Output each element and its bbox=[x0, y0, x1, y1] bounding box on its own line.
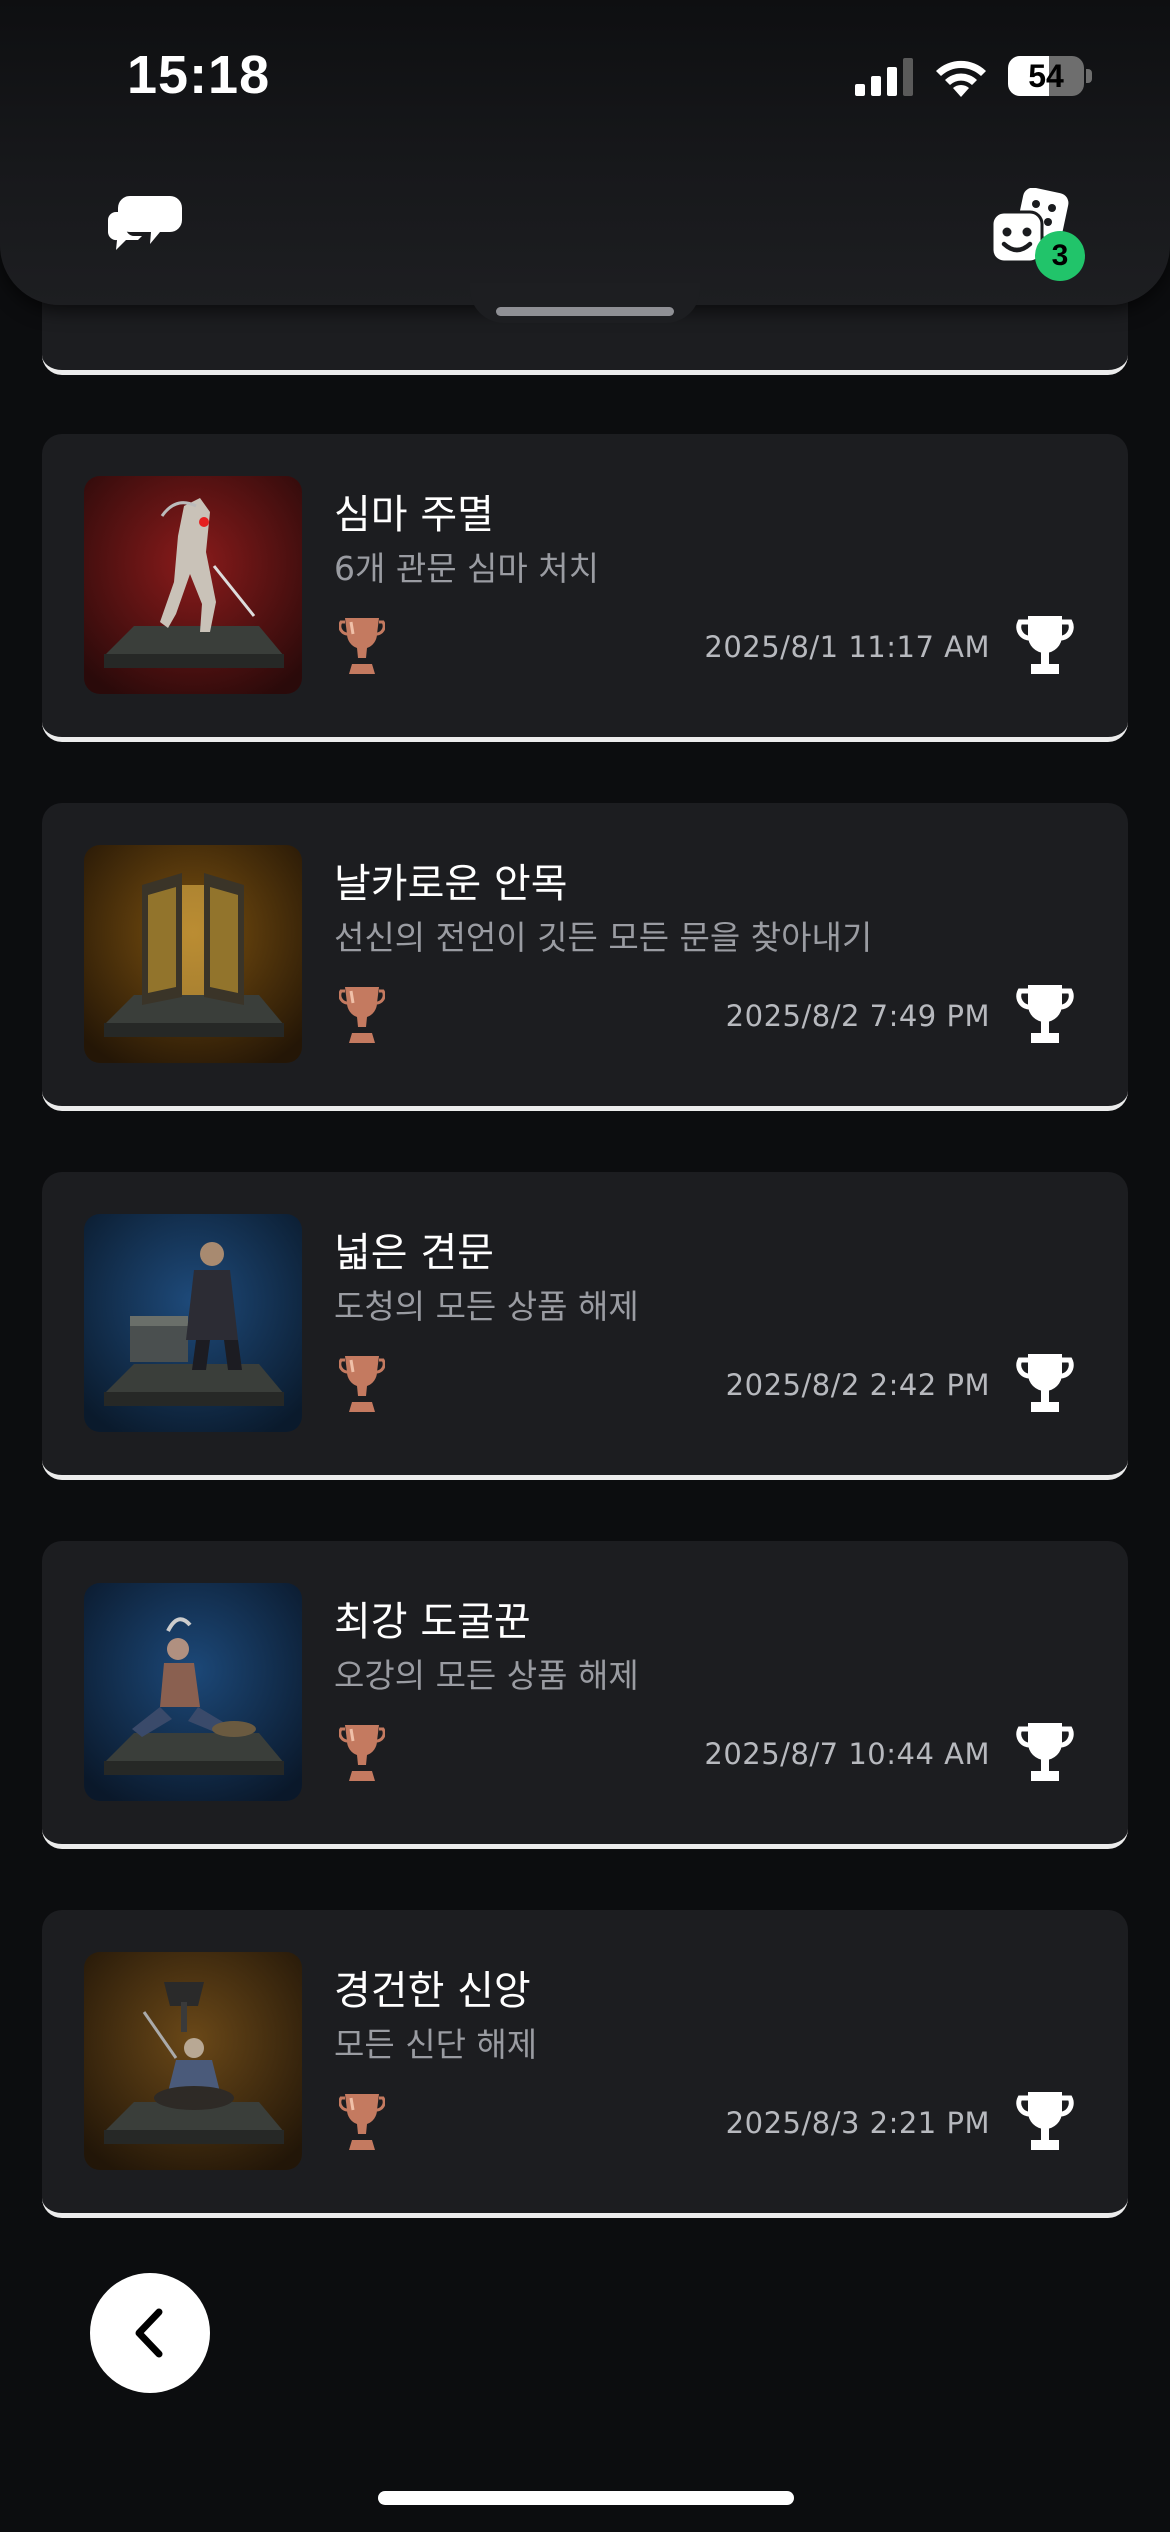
trophy-icon bbox=[1016, 1723, 1074, 1781]
bronze-cup-icon bbox=[339, 618, 385, 674]
back-button[interactable] bbox=[90, 2273, 210, 2393]
trophy-icon bbox=[1016, 2092, 1074, 2150]
achievement-title: 최강 도굴꾼 bbox=[334, 1599, 531, 1645]
battery-level: 54 bbox=[1028, 58, 1064, 94]
chevron-left-icon bbox=[135, 2308, 163, 2358]
chat-bubbles-icon bbox=[107, 196, 182, 250]
achievement-thumbnail bbox=[84, 1952, 302, 2170]
achievement-description: 선신의 전언이 깃든 모든 문을 찾아내기 bbox=[334, 918, 873, 957]
bronze-cup-icon bbox=[339, 987, 385, 1043]
achievement-date: 2025/8/7 10:44 AM bbox=[704, 1737, 990, 1771]
achievement-date: 2025/8/1 11:17 AM bbox=[704, 630, 990, 664]
chat-button[interactable] bbox=[107, 190, 182, 252]
status-bar: 15:18 54 bbox=[0, 0, 1170, 150]
bronze-cup-icon bbox=[339, 2094, 385, 2150]
notification-badge: 3 bbox=[1035, 231, 1085, 281]
achievement-description: 모든 신단 해제 bbox=[334, 2025, 538, 2064]
achievement-description: 오강의 모든 상품 해제 bbox=[334, 1656, 639, 1695]
sheet-grabber[interactable] bbox=[496, 307, 674, 316]
achievement-thumbnail bbox=[84, 1214, 302, 1432]
status-time: 15:18 bbox=[127, 45, 271, 105]
wifi-icon bbox=[936, 60, 986, 97]
bronze-cup-icon bbox=[339, 1725, 385, 1781]
cellular-signal-icon bbox=[855, 58, 913, 96]
battery-icon: 54 bbox=[1008, 56, 1092, 96]
achievement-title: 넓은 견문 bbox=[334, 1230, 494, 1276]
achievement-title: 경건한 신앙 bbox=[334, 1968, 531, 2014]
achievement-title: 날카로운 안목 bbox=[334, 861, 568, 907]
home-indicator bbox=[378, 2491, 794, 2505]
trophy-icon bbox=[1016, 616, 1074, 674]
achievement-card[interactable]: 최강 도굴꾼 오강의 모든 상품 해제 2025/8/7 10:44 AM bbox=[42, 1541, 1128, 1849]
achievement-date: 2025/8/3 2:21 PM bbox=[725, 2106, 990, 2140]
achievement-card[interactable]: 심마 주멸 6개 관문 심마 처치 2025/8/1 11:17 AM bbox=[42, 434, 1128, 742]
achievement-card[interactable]: 넓은 견문 도청의 모든 상품 해제 2025/8/2 2:42 PM bbox=[42, 1172, 1128, 1480]
grabber-notch bbox=[470, 283, 700, 323]
achievement-date: 2025/8/2 7:49 PM bbox=[725, 999, 990, 1033]
achievement-card[interactable]: 날카로운 안목 선신의 전언이 깃든 모든 문을 찾아내기 2025/8/2 7… bbox=[42, 803, 1128, 1111]
achievement-description: 도청의 모든 상품 해제 bbox=[334, 1287, 639, 1326]
bronze-cup-icon bbox=[339, 1356, 385, 1412]
trophy-icon bbox=[1016, 1354, 1074, 1412]
achievement-date: 2025/8/2 2:42 PM bbox=[725, 1368, 990, 1402]
achievement-thumbnail bbox=[84, 476, 302, 694]
achievement-description: 6개 관문 심마 처치 bbox=[334, 549, 599, 588]
achievement-card[interactable]: 경건한 신앙 모든 신단 해제 2025/8/3 2:21 PM bbox=[42, 1910, 1128, 2218]
achievement-thumbnail bbox=[84, 845, 302, 1063]
trophy-icon bbox=[1016, 985, 1074, 1043]
achievement-title: 심마 주멸 bbox=[334, 492, 494, 538]
achievement-thumbnail bbox=[84, 1583, 302, 1801]
